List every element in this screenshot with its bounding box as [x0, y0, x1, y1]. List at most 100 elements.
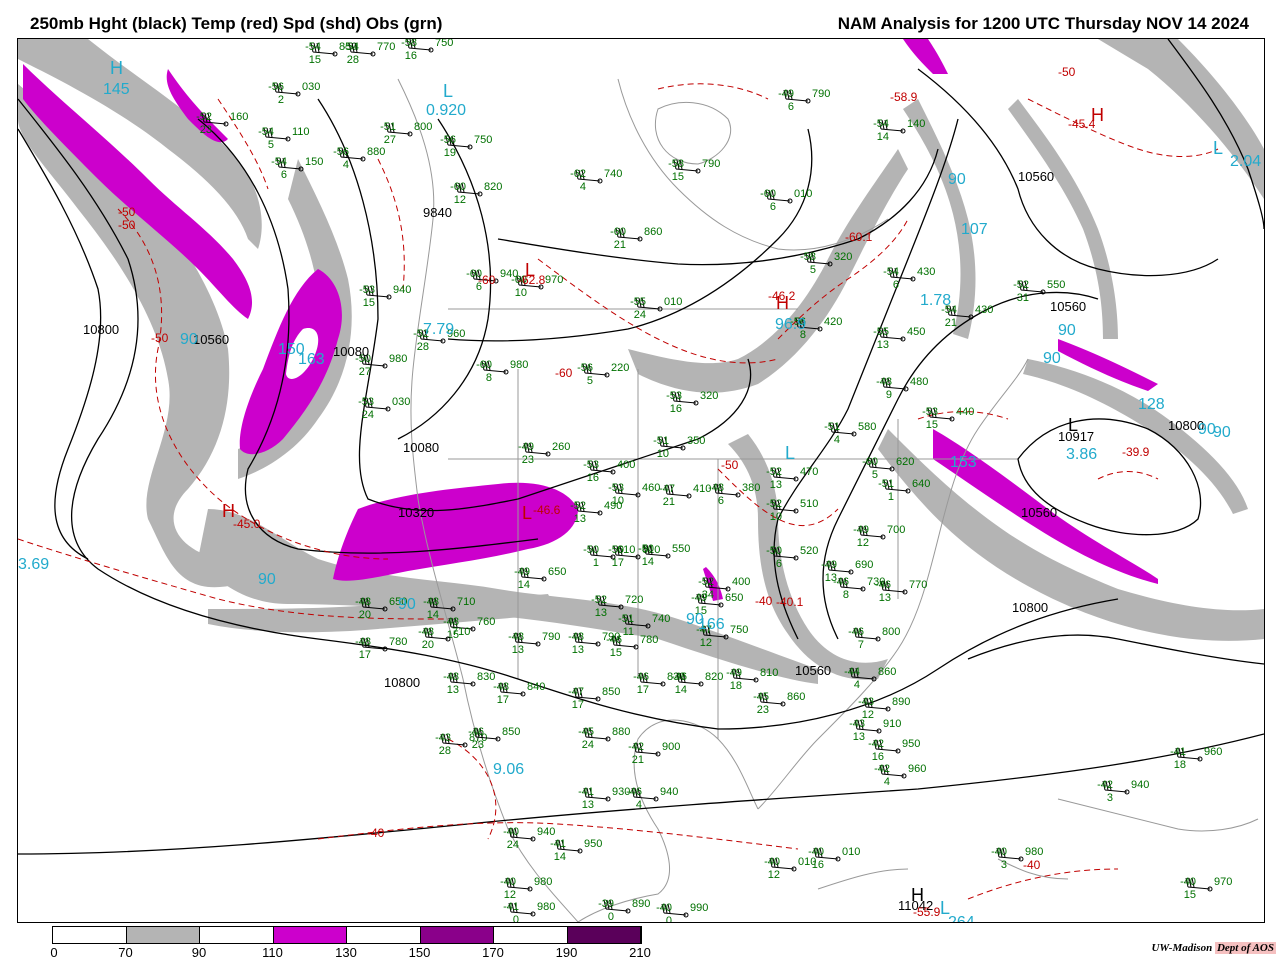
ob-dewpoint-depression: 18 — [1174, 759, 1186, 771]
ob-dewpoint-depression: 5 — [268, 139, 274, 151]
station-ob: -60 980 8 — [476, 359, 528, 384]
station-ob: -53 440 15 — [922, 406, 974, 431]
ob-temperature: -48 — [355, 596, 371, 608]
ob-dewpoint-depression: 17 — [359, 649, 371, 661]
ob-temperature: -54 — [343, 41, 359, 53]
ob-dewpoint-depression: 23 — [200, 124, 212, 136]
temperature-contour — [1097, 471, 1159, 480]
speed-label: 264 — [948, 914, 975, 922]
station-ob: -42 950 16 — [868, 738, 920, 763]
ob-dewpoint-depression: 17 — [612, 557, 624, 569]
ob-temperature: -50 — [608, 544, 624, 556]
ob-height: 710 — [457, 596, 475, 608]
station-ob: -41 980 0 — [503, 901, 555, 922]
speed-label: 145 — [103, 81, 130, 98]
station-ob: -52 160 23 — [196, 111, 248, 136]
height-label: 10800 — [1012, 600, 1048, 615]
ob-height: 440 — [956, 406, 974, 418]
ob-temperature: -51 — [878, 478, 894, 490]
ob-temperature: -60 — [862, 456, 878, 468]
speed-band-110-130 — [333, 482, 578, 581]
temperature-contour — [967, 868, 1119, 900]
ob-dewpoint-depression: 28 — [347, 54, 359, 66]
ob-height: 320 — [700, 390, 718, 402]
ob-dewpoint-depression: 4 — [854, 679, 860, 691]
ob-temperature: -49 — [691, 592, 707, 604]
speed-label: 128 — [1138, 396, 1165, 413]
ob-height: 850 — [602, 686, 620, 698]
ob-height: 380 — [742, 482, 760, 494]
station-ob: -42 960 4 — [874, 763, 926, 788]
ob-dewpoint-depression: 12 — [768, 869, 780, 881]
ob-temperature: -56 — [577, 362, 593, 374]
ob-dewpoint-depression: 4 — [580, 181, 586, 193]
station-ob: -40 980 12 — [500, 876, 552, 901]
ob-temperature: -46 — [606, 634, 622, 646]
speed-band-110-130 — [903, 39, 948, 74]
ob-height: 520 — [800, 545, 818, 557]
ob-dewpoint-depression: 11 — [623, 626, 634, 638]
ob-temperature: -48 — [355, 636, 371, 648]
ob-dewpoint-depression: 4 — [343, 159, 349, 171]
ob-temperature: -45 — [578, 726, 594, 738]
map-border-line — [757, 358, 1029, 810]
ob-dewpoint-depression: 14 — [427, 609, 439, 621]
ob-dewpoint-depression: 9 — [886, 389, 892, 401]
ob-dewpoint-depression: 3 — [1001, 859, 1007, 871]
ob-temperature: -53 — [359, 284, 375, 296]
ob-dewpoint-depression: 15 — [363, 297, 375, 309]
ob-height: 970 — [1214, 876, 1232, 888]
ob-temperature: -54 — [305, 41, 321, 53]
station-ob: -46 800 7 — [848, 626, 900, 651]
ob-dewpoint-depression: 13 — [572, 644, 584, 656]
ob-temperature: -40 — [764, 856, 780, 868]
speed-label: 163 — [298, 351, 325, 368]
temperature-label: -55.9 — [913, 905, 941, 919]
ob-temperature: -60 — [760, 188, 776, 200]
ob-dewpoint-depression: 14 — [518, 579, 530, 591]
station-ob: -58 750 16 — [401, 39, 453, 62]
ob-temperature: -52 — [196, 111, 212, 123]
ob-height: 750 — [730, 624, 748, 636]
ob-temperature: -41 — [1170, 746, 1186, 758]
ob-temperature: -55 — [630, 296, 646, 308]
station-ob: -49 650 14 — [514, 566, 566, 591]
ob-dewpoint-depression: 12 — [857, 537, 869, 549]
speed-label: 90 — [948, 171, 966, 188]
ob-dewpoint-depression: 5 — [810, 264, 816, 276]
ob-temperature: -46 — [875, 579, 891, 591]
ob-dewpoint-depression: 14 — [877, 131, 889, 143]
speed-label: 90 — [1043, 350, 1061, 367]
station-ob: -40 01012 — [764, 856, 816, 881]
ob-height: 030 — [302, 81, 320, 93]
ob-temperature: -52 — [766, 498, 782, 510]
ob-temperature: -51 — [824, 421, 840, 433]
high-low-marker: H — [110, 58, 123, 78]
ob-temperature: -48 — [568, 631, 584, 643]
ob-dewpoint-depression: 1 — [593, 557, 599, 569]
speed-label: 1.78 — [920, 292, 951, 309]
high-low-marker: H — [1091, 105, 1104, 125]
station-ob: -46 820 14 — [671, 671, 723, 696]
speed-label: 90 — [180, 331, 198, 348]
ob-height: 480 — [910, 376, 928, 388]
ob-dewpoint-depression: 4 — [834, 434, 840, 446]
ob-dewpoint-depression: 21 — [663, 496, 675, 508]
ob-temperature: -51 — [380, 121, 396, 133]
ob-temperature: -48 — [443, 671, 459, 683]
ob-dewpoint-depression: 24 — [634, 309, 646, 321]
ob-temperature: -56 — [440, 134, 456, 146]
ob-temperature: -42 — [1097, 779, 1113, 791]
ob-height: 850 — [502, 726, 520, 738]
ob-temperature: -46 — [671, 671, 687, 683]
ob-height: 750 — [435, 39, 453, 49]
station-ob: -48 790 13 — [508, 631, 560, 656]
colorbar-tick-label: 190 — [555, 945, 578, 960]
ob-height: 710 — [452, 626, 470, 638]
ob-temperature: -52 — [591, 594, 607, 606]
ob-height: 150 — [305, 156, 323, 168]
ob-dewpoint-depression: 6 — [718, 495, 724, 507]
ob-height: 950 — [584, 838, 602, 850]
speed-label: 9.06 — [493, 761, 524, 778]
temperature-contour — [537, 258, 779, 364]
